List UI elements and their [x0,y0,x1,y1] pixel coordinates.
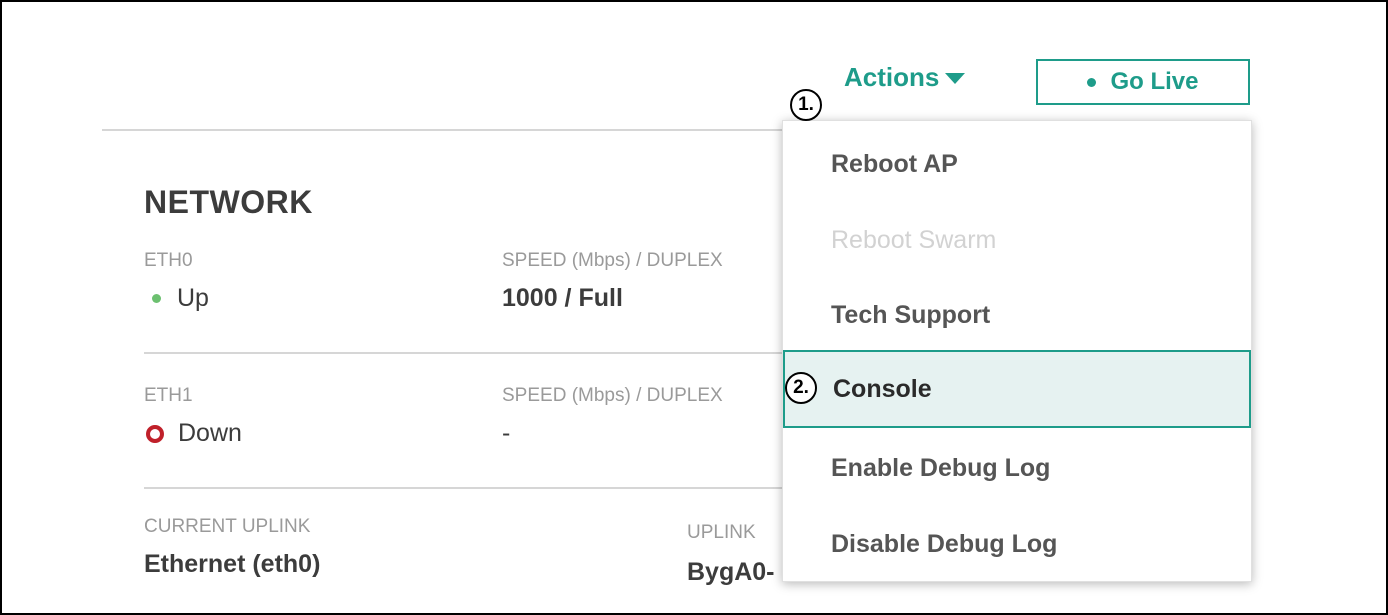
menu-item-reboot-ap[interactable]: Reboot AP [783,125,1251,203]
eth1-speed-value: - [502,419,511,447]
menu-item-enable-debug-log[interactable]: Enable Debug Log [783,429,1251,507]
status-up-icon [152,294,161,303]
go-live-button[interactable]: Go Live [1036,59,1250,105]
caret-down-icon [945,73,966,84]
step-1-badge: 1. [790,89,822,121]
eth0-status-text: Up [177,284,209,312]
status-down-icon [146,424,164,443]
menu-item-console[interactable]: Console [783,350,1251,428]
menu-item-tech-support[interactable]: Tech Support [783,276,1251,354]
menu-item-reboot-swarm: Reboot Swarm [831,225,997,254]
step-2-badge: 2. [785,372,817,404]
row-divider [144,352,784,354]
go-live-label: Go Live [1110,68,1199,95]
actions-dropdown-button[interactable]: Actions [844,62,966,93]
row-divider [144,487,784,489]
eth0-speed-value: 1000 / Full [502,284,623,312]
eth0-label: ETH0 [144,250,193,271]
eth0-status: Up [144,284,209,313]
eth1-label: ETH1 [144,385,193,406]
network-section-title: NETWORK [144,184,313,220]
current-uplink-value: Ethernet (eth0) [144,550,321,578]
uplink-value: BygA0- [687,558,775,586]
live-dot-icon [1087,77,1097,87]
eth1-speed-label: SPEED (Mbps) / DUPLEX [502,385,723,406]
header-divider [102,129,792,131]
eth1-status-text: Down [178,419,242,447]
uplink-label: UPLINK [687,522,756,543]
eth1-status: Down [144,419,242,448]
actions-menu: Reboot AP Reboot Swarm Tech Support Cons… [782,120,1252,582]
actions-label: Actions [844,62,940,92]
current-uplink-label: CURRENT UPLINK [144,516,311,537]
menu-item-disable-debug-log[interactable]: Disable Debug Log [783,505,1251,583]
eth0-speed-label: SPEED (Mbps) / DUPLEX [502,250,723,271]
screenshot-frame: Actions Go Live 1. NETWORK ETH0 Up SPEED… [0,0,1388,615]
